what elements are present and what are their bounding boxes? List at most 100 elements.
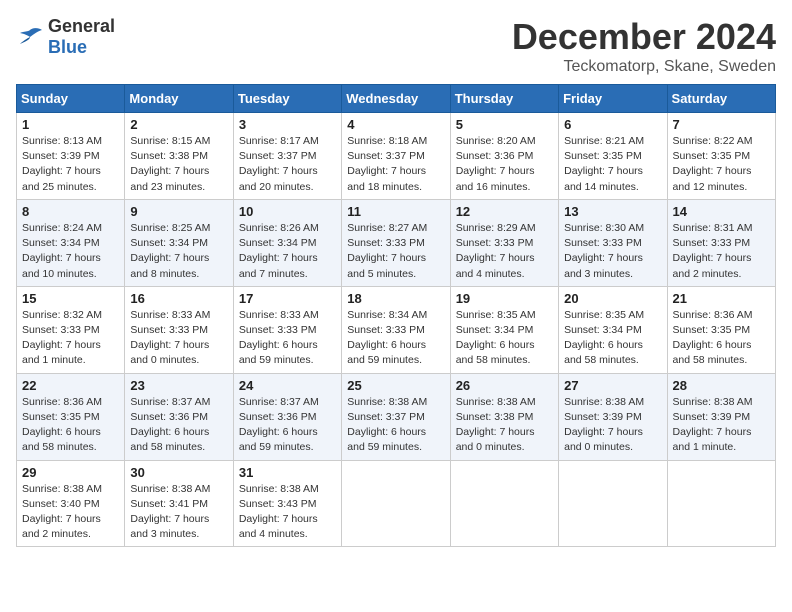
table-row: 30 Sunrise: 8:38 AM Sunset: 3:41 PM Dayl…: [125, 460, 233, 547]
daylight-hours: Daylight: 6 hours and 58 minutes.: [130, 426, 209, 453]
day-detail: Sunrise: 8:22 AM Sunset: 3:35 PM Dayligh…: [673, 134, 770, 195]
day-detail: Sunrise: 8:37 AM Sunset: 3:36 PM Dayligh…: [239, 395, 336, 456]
sunset-time: Sunset: 3:35 PM: [564, 150, 642, 162]
day-number: 6: [564, 117, 661, 132]
day-number: 27: [564, 378, 661, 393]
table-row: 28 Sunrise: 8:38 AM Sunset: 3:39 PM Dayl…: [667, 373, 775, 460]
daylight-hours: Daylight: 7 hours and 1 minute.: [673, 426, 752, 453]
sunrise-time: Sunrise: 8:35 AM: [456, 309, 536, 321]
sunset-time: Sunset: 3:39 PM: [22, 150, 100, 162]
day-detail: Sunrise: 8:35 AM Sunset: 3:34 PM Dayligh…: [456, 308, 553, 369]
table-row: [342, 460, 450, 547]
sunset-time: Sunset: 3:33 PM: [347, 237, 425, 249]
logo-general: General: [48, 16, 115, 36]
location-title: Teckomatorp, Skane, Sweden: [512, 58, 776, 76]
day-number: 2: [130, 117, 227, 132]
day-number: 23: [130, 378, 227, 393]
sunset-time: Sunset: 3:33 PM: [456, 237, 534, 249]
daylight-hours: Daylight: 6 hours and 58 minutes.: [564, 339, 643, 366]
sunset-time: Sunset: 3:38 PM: [456, 411, 534, 423]
daylight-hours: Daylight: 6 hours and 58 minutes.: [456, 339, 535, 366]
day-detail: Sunrise: 8:34 AM Sunset: 3:33 PM Dayligh…: [347, 308, 444, 369]
day-number: 17: [239, 291, 336, 306]
table-row: 8 Sunrise: 8:24 AM Sunset: 3:34 PM Dayli…: [17, 199, 125, 286]
sunrise-time: Sunrise: 8:34 AM: [347, 309, 427, 321]
table-row: [559, 460, 667, 547]
daylight-hours: Daylight: 7 hours and 0 minutes.: [130, 339, 209, 366]
sunrise-time: Sunrise: 8:13 AM: [22, 135, 102, 147]
day-detail: Sunrise: 8:36 AM Sunset: 3:35 PM Dayligh…: [22, 395, 119, 456]
table-row: 14 Sunrise: 8:31 AM Sunset: 3:33 PM Dayl…: [667, 199, 775, 286]
day-number: 28: [673, 378, 770, 393]
sunrise-time: Sunrise: 8:38 AM: [239, 483, 319, 495]
day-number: 9: [130, 204, 227, 219]
sunset-time: Sunset: 3:39 PM: [673, 411, 751, 423]
sunset-time: Sunset: 3:33 PM: [347, 324, 425, 336]
calendar-week-row: 15 Sunrise: 8:32 AM Sunset: 3:33 PM Dayl…: [17, 286, 776, 373]
table-row: 2 Sunrise: 8:15 AM Sunset: 3:38 PM Dayli…: [125, 113, 233, 200]
sunrise-time: Sunrise: 8:21 AM: [564, 135, 644, 147]
day-number: 26: [456, 378, 553, 393]
sunrise-time: Sunrise: 8:17 AM: [239, 135, 319, 147]
daylight-hours: Daylight: 7 hours and 1 minute.: [22, 339, 101, 366]
day-detail: Sunrise: 8:38 AM Sunset: 3:43 PM Dayligh…: [239, 482, 336, 543]
sunrise-time: Sunrise: 8:38 AM: [347, 396, 427, 408]
day-detail: Sunrise: 8:27 AM Sunset: 3:33 PM Dayligh…: [347, 221, 444, 282]
day-detail: Sunrise: 8:38 AM Sunset: 3:39 PM Dayligh…: [564, 395, 661, 456]
day-detail: Sunrise: 8:15 AM Sunset: 3:38 PM Dayligh…: [130, 134, 227, 195]
daylight-hours: Daylight: 7 hours and 18 minutes.: [347, 165, 426, 192]
table-row: 23 Sunrise: 8:37 AM Sunset: 3:36 PM Dayl…: [125, 373, 233, 460]
sunset-time: Sunset: 3:33 PM: [130, 324, 208, 336]
sunrise-time: Sunrise: 8:32 AM: [22, 309, 102, 321]
daylight-hours: Daylight: 7 hours and 2 minutes.: [673, 252, 752, 279]
daylight-hours: Daylight: 7 hours and 0 minutes.: [456, 426, 535, 453]
col-thursday: Thursday: [450, 85, 558, 113]
day-number: 24: [239, 378, 336, 393]
day-detail: Sunrise: 8:25 AM Sunset: 3:34 PM Dayligh…: [130, 221, 227, 282]
day-number: 21: [673, 291, 770, 306]
daylight-hours: Daylight: 7 hours and 8 minutes.: [130, 252, 209, 279]
day-detail: Sunrise: 8:38 AM Sunset: 3:38 PM Dayligh…: [456, 395, 553, 456]
sunrise-time: Sunrise: 8:31 AM: [673, 222, 753, 234]
daylight-hours: Daylight: 7 hours and 16 minutes.: [456, 165, 535, 192]
month-title: December 2024: [512, 16, 776, 58]
sunset-time: Sunset: 3:33 PM: [673, 237, 751, 249]
sunset-time: Sunset: 3:37 PM: [347, 411, 425, 423]
table-row: 29 Sunrise: 8:38 AM Sunset: 3:40 PM Dayl…: [17, 460, 125, 547]
day-detail: Sunrise: 8:29 AM Sunset: 3:33 PM Dayligh…: [456, 221, 553, 282]
day-number: 22: [22, 378, 119, 393]
sunrise-time: Sunrise: 8:36 AM: [673, 309, 753, 321]
sunset-time: Sunset: 3:34 PM: [564, 324, 642, 336]
day-number: 1: [22, 117, 119, 132]
sunset-time: Sunset: 3:39 PM: [564, 411, 642, 423]
col-wednesday: Wednesday: [342, 85, 450, 113]
table-row: 1 Sunrise: 8:13 AM Sunset: 3:39 PM Dayli…: [17, 113, 125, 200]
sunset-time: Sunset: 3:34 PM: [22, 237, 100, 249]
day-detail: Sunrise: 8:32 AM Sunset: 3:33 PM Dayligh…: [22, 308, 119, 369]
sunset-time: Sunset: 3:33 PM: [564, 237, 642, 249]
sunrise-time: Sunrise: 8:15 AM: [130, 135, 210, 147]
col-friday: Friday: [559, 85, 667, 113]
sunset-time: Sunset: 3:36 PM: [456, 150, 534, 162]
daylight-hours: Daylight: 7 hours and 2 minutes.: [22, 513, 101, 540]
daylight-hours: Daylight: 7 hours and 23 minutes.: [130, 165, 209, 192]
daylight-hours: Daylight: 7 hours and 5 minutes.: [347, 252, 426, 279]
logo-bird-icon: [16, 26, 44, 48]
table-row: 6 Sunrise: 8:21 AM Sunset: 3:35 PM Dayli…: [559, 113, 667, 200]
sunrise-time: Sunrise: 8:22 AM: [673, 135, 753, 147]
sunrise-time: Sunrise: 8:38 AM: [673, 396, 753, 408]
daylight-hours: Daylight: 7 hours and 12 minutes.: [673, 165, 752, 192]
sunrise-time: Sunrise: 8:36 AM: [22, 396, 102, 408]
daylight-hours: Daylight: 6 hours and 58 minutes.: [22, 426, 101, 453]
day-detail: Sunrise: 8:38 AM Sunset: 3:40 PM Dayligh…: [22, 482, 119, 543]
table-row: 22 Sunrise: 8:36 AM Sunset: 3:35 PM Dayl…: [17, 373, 125, 460]
daylight-hours: Daylight: 7 hours and 25 minutes.: [22, 165, 101, 192]
day-detail: Sunrise: 8:38 AM Sunset: 3:41 PM Dayligh…: [130, 482, 227, 543]
day-number: 10: [239, 204, 336, 219]
day-number: 19: [456, 291, 553, 306]
day-number: 16: [130, 291, 227, 306]
table-row: 17 Sunrise: 8:33 AM Sunset: 3:33 PM Dayl…: [233, 286, 341, 373]
sunrise-time: Sunrise: 8:38 AM: [22, 483, 102, 495]
daylight-hours: Daylight: 7 hours and 0 minutes.: [564, 426, 643, 453]
daylight-hours: Daylight: 7 hours and 20 minutes.: [239, 165, 318, 192]
